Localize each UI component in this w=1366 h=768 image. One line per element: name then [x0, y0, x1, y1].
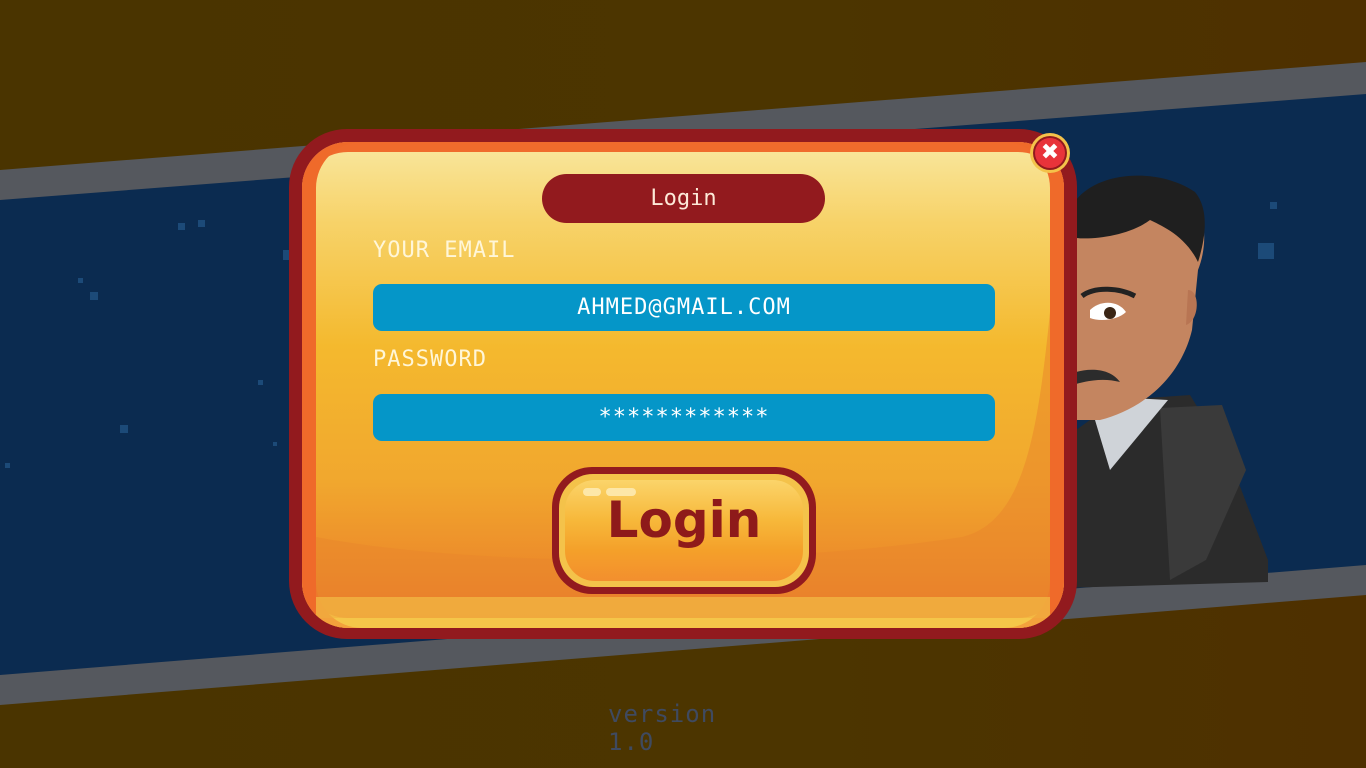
password-field[interactable] — [373, 394, 995, 441]
login-button[interactable]: Login — [552, 467, 816, 594]
email-label: YOUR EMAIL — [373, 238, 516, 263]
modal-title: Login — [542, 174, 825, 223]
version-label: version 1.0 — [608, 700, 717, 756]
login-button-label: Login — [606, 491, 762, 549]
email-field[interactable] — [373, 284, 995, 331]
close-icon: ✖ — [1035, 138, 1065, 168]
close-button[interactable]: ✖ — [1030, 133, 1070, 173]
password-label: PASSWORD — [373, 347, 487, 372]
